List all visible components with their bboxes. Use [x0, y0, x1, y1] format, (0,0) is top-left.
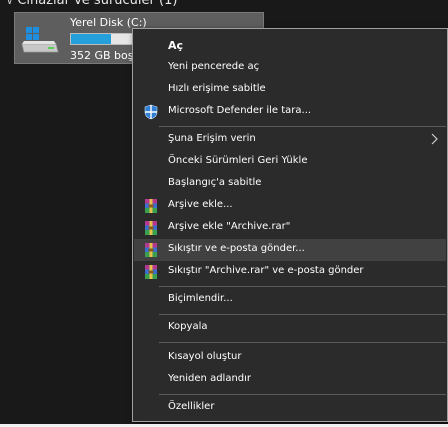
menu-item-defender-scan[interactable]: Microsoft Defender ile tara... — [134, 101, 446, 123]
group-header-label: Cihazlar ve sürücüler (1) — [17, 0, 178, 8]
menu-item-copy[interactable]: Kopyala — [134, 317, 446, 339]
menu-item-compress-and-email[interactable]: Sıkıştır ve e-posta gönder... — [134, 239, 446, 261]
menu-item-give-access[interactable]: Şuna Erişim verin — [134, 129, 446, 151]
defender-shield-icon — [144, 104, 158, 120]
menu-item-label: Arşive ekle... — [168, 199, 233, 210]
menu-item-label: Yeniden adlandır — [168, 373, 252, 384]
menu-item-open-new-window[interactable]: Yeni pencerede aç — [134, 57, 446, 79]
menu-separator — [159, 342, 446, 343]
devices-group-header[interactable]: ∨ Cihazlar ve sürücüler (1) — [6, 0, 177, 8]
winrar-icon — [145, 221, 157, 235]
menu-item-format[interactable]: Biçimlendir... — [134, 289, 446, 311]
menu-item-pin-quick-access[interactable]: Hızlı erişime sabitle — [134, 79, 446, 101]
menu-item-label: Aç — [168, 39, 184, 52]
menu-separator — [159, 286, 446, 287]
winrar-icon — [145, 243, 157, 257]
menu-item-add-to-archive[interactable]: Arşive ekle... — [134, 195, 446, 217]
menu-item-label: Önceki Sürümleri Geri Yükle — [168, 155, 308, 166]
menu-item-label: Biçimlendir... — [168, 293, 233, 304]
menu-item-create-shortcut[interactable]: Kısayol oluştur — [134, 347, 446, 369]
menu-item-open[interactable]: Aç — [134, 35, 446, 57]
winrar-icon — [145, 199, 157, 213]
menu-item-add-to-archive-rar[interactable]: Arşive ekle "Archive.rar" — [134, 217, 446, 239]
menu-item-label: Kopyala — [168, 321, 208, 332]
menu-separator — [159, 394, 446, 395]
chevron-down-icon: ∨ — [6, 0, 14, 7]
menu-separator — [159, 314, 446, 315]
menu-item-label: Microsoft Defender ile tara... — [168, 105, 312, 116]
menu-item-label: Arşive ekle "Archive.rar" — [168, 221, 291, 232]
drive-usage-bar-fill — [71, 34, 112, 44]
menu-item-properties[interactable]: Özellikler — [134, 397, 446, 419]
menu-item-label: Yeni pencerede aç — [168, 61, 260, 72]
menu-item-label: Sıkıştır "Archive.rar" ve e-posta gönder — [168, 265, 364, 276]
menu-item-label: Başlangıç'a sabitle — [168, 177, 262, 188]
context-menu: Aç Yeni pencerede aç Hızlı erişime sabit… — [132, 28, 448, 422]
winrar-icon — [145, 265, 157, 279]
menu-item-compress-archive-rar-and-email[interactable]: Sıkıştır "Archive.rar" ve e-posta gönder — [134, 261, 446, 283]
drive-free-space: 352 GB boş, — [70, 49, 137, 62]
menu-separator — [159, 126, 446, 127]
menu-item-rename[interactable]: Yeniden adlandır — [134, 369, 446, 391]
menu-item-label: Özellikler — [168, 401, 215, 412]
menu-item-pin-to-start[interactable]: Başlangıç'a sabitle — [134, 173, 446, 195]
hard-drive-icon — [21, 27, 59, 53]
menu-item-label: Şuna Erişim verin — [168, 133, 256, 144]
menu-item-restore-previous-versions[interactable]: Önceki Sürümleri Geri Yükle — [134, 151, 446, 173]
menu-item-label: Hızlı erişime sabitle — [168, 83, 266, 94]
menu-item-label: Kısayol oluştur — [168, 351, 242, 362]
menu-item-label: Sıkıştır ve e-posta gönder... — [168, 243, 305, 254]
chevron-right-icon — [431, 133, 438, 145]
explorer-window: ∨ Cihazlar ve sürücüler (1) Yerel Disk (C… — [0, 0, 448, 427]
